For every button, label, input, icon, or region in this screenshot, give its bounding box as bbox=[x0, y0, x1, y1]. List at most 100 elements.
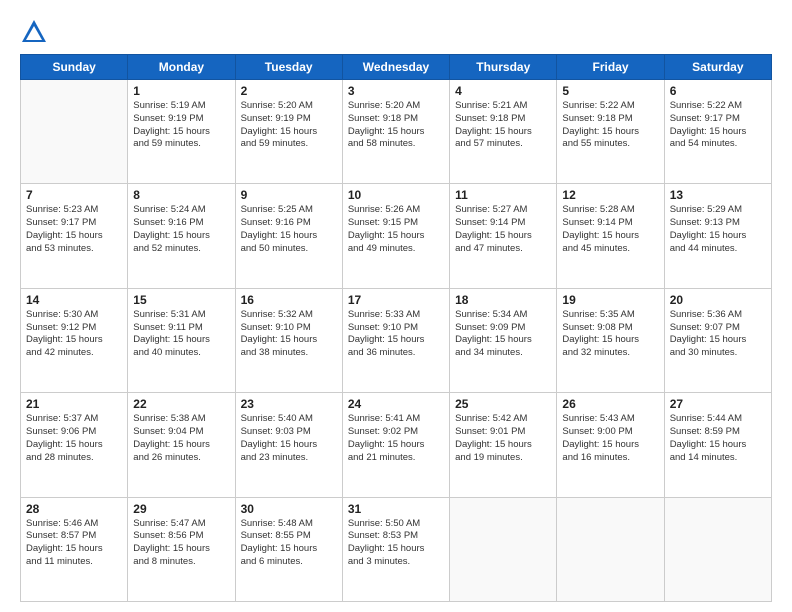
day-number: 3 bbox=[348, 84, 444, 98]
day-number: 24 bbox=[348, 397, 444, 411]
calendar-cell: 14 Sunrise: 5:30 AM Sunset: 9:12 PM Dayli… bbox=[21, 288, 128, 392]
weekday-header: Friday bbox=[557, 55, 664, 80]
calendar-cell: 17 Sunrise: 5:33 AM Sunset: 9:10 PM Dayli… bbox=[342, 288, 449, 392]
calendar-cell: 11 Sunrise: 5:27 AM Sunset: 9:14 PM Dayli… bbox=[450, 184, 557, 288]
calendar-cell: 21Sunrise: 5:37 AM Sunset: 9:06 PM Dayli… bbox=[21, 393, 128, 497]
day-number: 30 bbox=[241, 502, 337, 516]
cell-info: Sunrise: 5:24 AM Sunset: 9:16 PM Dayligh… bbox=[133, 204, 229, 255]
cell-info: Sunrise: 5:22 AM Sunset: 9:17 PM Dayligh… bbox=[670, 100, 766, 151]
weekday-header: Tuesday bbox=[235, 55, 342, 80]
weekday-header: Monday bbox=[128, 55, 235, 80]
day-number: 19 bbox=[562, 293, 658, 307]
cell-info: Sunrise: 5:20 AM Sunset: 9:18 PM Dayligh… bbox=[348, 100, 444, 151]
calendar-cell: 9 Sunrise: 5:25 AM Sunset: 9:16 PM Daylig… bbox=[235, 184, 342, 288]
cell-info: Sunrise: 5:50 AM Sunset: 8:53 PM Dayligh… bbox=[348, 518, 444, 569]
calendar-cell: 25 Sunrise: 5:42 AM Sunset: 9:01 PM Dayli… bbox=[450, 393, 557, 497]
logo bbox=[20, 18, 52, 46]
calendar-cell: 26 Sunrise: 5:43 AM Sunset: 9:00 PM Dayli… bbox=[557, 393, 664, 497]
calendar-row: 28 Sunrise: 5:46 AM Sunset: 8:57 PM Dayli… bbox=[21, 497, 772, 601]
calendar-cell: 20Sunrise: 5:36 AM Sunset: 9:07 PM Dayli… bbox=[664, 288, 771, 392]
calendar-cell: 24 Sunrise: 5:41 AM Sunset: 9:02 PM Dayli… bbox=[342, 393, 449, 497]
calendar-row: 1Sunrise: 5:19 AM Sunset: 9:19 PM Daylig… bbox=[21, 80, 772, 184]
weekday-header: Thursday bbox=[450, 55, 557, 80]
cell-info: Sunrise: 5:38 AM Sunset: 9:04 PM Dayligh… bbox=[133, 413, 229, 464]
cell-info: Sunrise: 5:47 AM Sunset: 8:56 PM Dayligh… bbox=[133, 518, 229, 569]
calendar-cell bbox=[21, 80, 128, 184]
calendar-cell: 19 Sunrise: 5:35 AM Sunset: 9:08 PM Dayli… bbox=[557, 288, 664, 392]
cell-info: Sunrise: 5:29 AM Sunset: 9:13 PM Dayligh… bbox=[670, 204, 766, 255]
day-number: 13 bbox=[670, 188, 766, 202]
cell-info: Sunrise: 5:40 AM Sunset: 9:03 PM Dayligh… bbox=[241, 413, 337, 464]
cell-info: Sunrise: 5:36 AM Sunset: 9:07 PM Dayligh… bbox=[670, 309, 766, 360]
weekday-header: Sunday bbox=[21, 55, 128, 80]
calendar-cell: 31 Sunrise: 5:50 AM Sunset: 8:53 PM Dayli… bbox=[342, 497, 449, 601]
weekday-header: Wednesday bbox=[342, 55, 449, 80]
calendar-cell: 22 Sunrise: 5:38 AM Sunset: 9:04 PM Dayli… bbox=[128, 393, 235, 497]
day-number: 25 bbox=[455, 397, 551, 411]
calendar-cell: 2 Sunrise: 5:20 AM Sunset: 9:19 PM Daylig… bbox=[235, 80, 342, 184]
calendar-cell: 12 Sunrise: 5:28 AM Sunset: 9:14 PM Dayli… bbox=[557, 184, 664, 288]
calendar-cell: 27 Sunrise: 5:44 AM Sunset: 8:59 PM Dayli… bbox=[664, 393, 771, 497]
calendar-cell: 3 Sunrise: 5:20 AM Sunset: 9:18 PM Daylig… bbox=[342, 80, 449, 184]
day-number: 16 bbox=[241, 293, 337, 307]
calendar-cell bbox=[557, 497, 664, 601]
day-number: 2 bbox=[241, 84, 337, 98]
day-number: 15 bbox=[133, 293, 229, 307]
calendar-cell: 16 Sunrise: 5:32 AM Sunset: 9:10 PM Dayli… bbox=[235, 288, 342, 392]
day-number: 14 bbox=[26, 293, 122, 307]
calendar-cell: 6 Sunrise: 5:22 AM Sunset: 9:17 PM Daylig… bbox=[664, 80, 771, 184]
cell-info: Sunrise: 5:30 AM Sunset: 9:12 PM Dayligh… bbox=[26, 309, 122, 360]
day-number: 5 bbox=[562, 84, 658, 98]
calendar-cell: 30 Sunrise: 5:48 AM Sunset: 8:55 PM Dayli… bbox=[235, 497, 342, 601]
calendar-table: SundayMondayTuesdayWednesdayThursdayFrid… bbox=[20, 54, 772, 602]
cell-info: Sunrise: 5:33 AM Sunset: 9:10 PM Dayligh… bbox=[348, 309, 444, 360]
page: SundayMondayTuesdayWednesdayThursdayFrid… bbox=[0, 0, 792, 612]
cell-info: Sunrise: 5:44 AM Sunset: 8:59 PM Dayligh… bbox=[670, 413, 766, 464]
calendar-row: 7 Sunrise: 5:23 AM Sunset: 9:17 PM Daylig… bbox=[21, 184, 772, 288]
day-number: 8 bbox=[133, 188, 229, 202]
day-number: 9 bbox=[241, 188, 337, 202]
cell-info: Sunrise: 5:46 AM Sunset: 8:57 PM Dayligh… bbox=[26, 518, 122, 569]
cell-info: Sunrise: 5:28 AM Sunset: 9:14 PM Dayligh… bbox=[562, 204, 658, 255]
calendar-row: 21Sunrise: 5:37 AM Sunset: 9:06 PM Dayli… bbox=[21, 393, 772, 497]
day-number: 11 bbox=[455, 188, 551, 202]
logo-icon bbox=[20, 18, 48, 46]
cell-info: Sunrise: 5:32 AM Sunset: 9:10 PM Dayligh… bbox=[241, 309, 337, 360]
day-number: 10 bbox=[348, 188, 444, 202]
day-number: 28 bbox=[26, 502, 122, 516]
cell-info: Sunrise: 5:21 AM Sunset: 9:18 PM Dayligh… bbox=[455, 100, 551, 151]
day-number: 7 bbox=[26, 188, 122, 202]
calendar-cell bbox=[450, 497, 557, 601]
day-number: 29 bbox=[133, 502, 229, 516]
calendar-cell: 1Sunrise: 5:19 AM Sunset: 9:19 PM Daylig… bbox=[128, 80, 235, 184]
cell-info: Sunrise: 5:26 AM Sunset: 9:15 PM Dayligh… bbox=[348, 204, 444, 255]
day-number: 31 bbox=[348, 502, 444, 516]
cell-info: Sunrise: 5:34 AM Sunset: 9:09 PM Dayligh… bbox=[455, 309, 551, 360]
cell-info: Sunrise: 5:43 AM Sunset: 9:00 PM Dayligh… bbox=[562, 413, 658, 464]
day-number: 6 bbox=[670, 84, 766, 98]
cell-info: Sunrise: 5:22 AM Sunset: 9:18 PM Dayligh… bbox=[562, 100, 658, 151]
cell-info: Sunrise: 5:41 AM Sunset: 9:02 PM Dayligh… bbox=[348, 413, 444, 464]
cell-info: Sunrise: 5:35 AM Sunset: 9:08 PM Dayligh… bbox=[562, 309, 658, 360]
cell-info: Sunrise: 5:48 AM Sunset: 8:55 PM Dayligh… bbox=[241, 518, 337, 569]
header bbox=[20, 18, 772, 46]
cell-info: Sunrise: 5:42 AM Sunset: 9:01 PM Dayligh… bbox=[455, 413, 551, 464]
calendar-cell: 15 Sunrise: 5:31 AM Sunset: 9:11 PM Dayli… bbox=[128, 288, 235, 392]
day-number: 18 bbox=[455, 293, 551, 307]
cell-info: Sunrise: 5:27 AM Sunset: 9:14 PM Dayligh… bbox=[455, 204, 551, 255]
day-number: 22 bbox=[133, 397, 229, 411]
day-number: 27 bbox=[670, 397, 766, 411]
cell-info: Sunrise: 5:31 AM Sunset: 9:11 PM Dayligh… bbox=[133, 309, 229, 360]
calendar-cell: 7 Sunrise: 5:23 AM Sunset: 9:17 PM Daylig… bbox=[21, 184, 128, 288]
calendar-cell: 13 Sunrise: 5:29 AM Sunset: 9:13 PM Dayli… bbox=[664, 184, 771, 288]
day-number: 17 bbox=[348, 293, 444, 307]
weekday-header: Saturday bbox=[664, 55, 771, 80]
cell-info: Sunrise: 5:23 AM Sunset: 9:17 PM Dayligh… bbox=[26, 204, 122, 255]
cell-info: Sunrise: 5:20 AM Sunset: 9:19 PM Dayligh… bbox=[241, 100, 337, 151]
calendar-cell: 5 Sunrise: 5:22 AM Sunset: 9:18 PM Daylig… bbox=[557, 80, 664, 184]
cell-info: Sunrise: 5:25 AM Sunset: 9:16 PM Dayligh… bbox=[241, 204, 337, 255]
day-number: 12 bbox=[562, 188, 658, 202]
calendar-row: 14 Sunrise: 5:30 AM Sunset: 9:12 PM Dayli… bbox=[21, 288, 772, 392]
day-number: 26 bbox=[562, 397, 658, 411]
calendar-cell bbox=[664, 497, 771, 601]
